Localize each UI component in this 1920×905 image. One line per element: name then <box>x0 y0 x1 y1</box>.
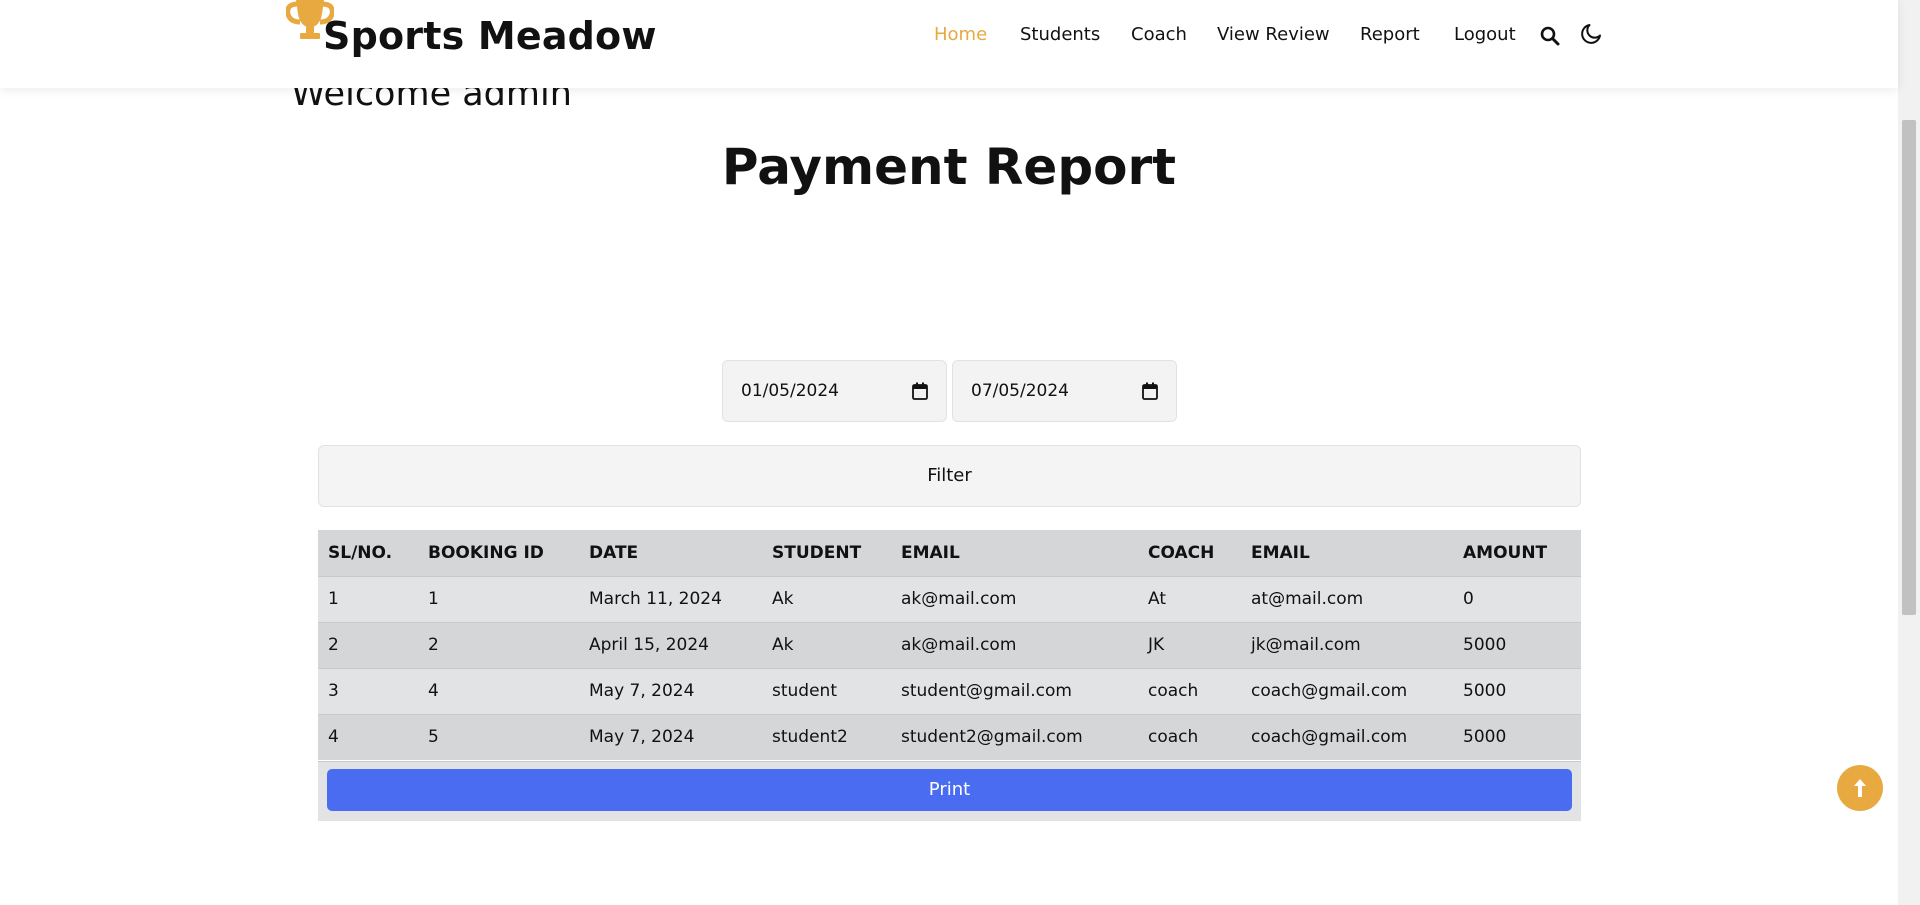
column-header: SL/NO. <box>318 530 418 576</box>
column-header: BOOKING ID <box>418 530 579 576</box>
table-cell: 2 <box>318 621 418 668</box>
brand-name[interactable]: Sports Meadow <box>323 14 657 58</box>
calendar-icon[interactable] <box>1142 382 1158 400</box>
nav-report[interactable]: Report <box>1360 24 1420 45</box>
table-cell: 2 <box>418 621 579 668</box>
from-date-input[interactable]: 01/05/2024 <box>722 360 947 422</box>
table-cell: at@mail.com <box>1241 575 1453 622</box>
table-cell: coach <box>1138 667 1241 714</box>
table-row: 4 5 May 7, 2024 student2 student2@gmail.… <box>318 713 1581 760</box>
nav-view-review[interactable]: View Review <box>1217 24 1330 45</box>
from-date-value: 01/05/2024 <box>741 381 839 401</box>
table-cell: 1 <box>418 575 579 622</box>
column-header: COACH <box>1138 530 1241 576</box>
table-cell: ak@mail.com <box>891 621 1138 668</box>
table-cell: 5000 <box>1453 667 1581 714</box>
table-cell: May 7, 2024 <box>579 667 762 714</box>
back-to-top-button[interactable] <box>1837 765 1883 811</box>
table-cell: Ak <box>762 575 891 622</box>
arrow-up-icon <box>1854 779 1866 797</box>
column-header: EMAIL <box>891 530 1138 576</box>
table-cell: March 11, 2024 <box>579 575 762 622</box>
search-icon[interactable] <box>1540 26 1560 46</box>
table-cell: 0 <box>1453 575 1581 622</box>
filter-button[interactable]: Filter <box>318 445 1581 507</box>
table-cell: JK <box>1138 621 1241 668</box>
vertical-scrollbar[interactable] <box>1898 0 1920 905</box>
table-cell: 3 <box>318 667 418 714</box>
calendar-icon[interactable] <box>912 382 928 400</box>
table-cell: 5 <box>418 713 579 760</box>
table-cell: 1 <box>318 575 418 622</box>
table-cell: 4 <box>418 667 579 714</box>
table-cell: student <box>762 667 891 714</box>
column-header: AMOUNT <box>1453 530 1581 576</box>
table-cell: April 15, 2024 <box>579 621 762 668</box>
table-header-row: SL/NO. BOOKING ID DATE STUDENT EMAIL COA… <box>318 530 1581 576</box>
table-row: 2 2 April 15, 2024 Ak ak@mail.com JK jk@… <box>318 621 1581 668</box>
print-row: Print <box>318 761 1581 821</box>
nav-coach[interactable]: Coach <box>1131 24 1187 45</box>
table-cell: 4 <box>318 713 418 760</box>
nav-students[interactable]: Students <box>1020 24 1100 45</box>
table-cell: jk@mail.com <box>1241 621 1453 668</box>
table-cell: 5000 <box>1453 713 1581 760</box>
column-header: STUDENT <box>762 530 891 576</box>
scrollbar-thumb[interactable] <box>1902 120 1916 615</box>
table-cell: coach <box>1138 713 1241 760</box>
nav-home[interactable]: Home <box>934 24 987 45</box>
to-date-input[interactable]: 07/05/2024 <box>952 360 1177 422</box>
payment-report-table: SL/NO. BOOKING ID DATE STUDENT EMAIL COA… <box>318 530 1581 760</box>
table-cell: coach@gmail.com <box>1241 713 1453 760</box>
table-cell: 5000 <box>1453 621 1581 668</box>
column-header: EMAIL <box>1241 530 1453 576</box>
nav-logout[interactable]: Logout <box>1454 24 1516 45</box>
table-cell: student2@gmail.com <box>891 713 1138 760</box>
page-title: Payment Report <box>721 138 1177 196</box>
table-row: 1 1 March 11, 2024 Ak ak@mail.com At at@… <box>318 575 1581 622</box>
table-cell: May 7, 2024 <box>579 713 762 760</box>
site-header: Sports Meadow Home Students Coach View R… <box>0 0 1898 88</box>
to-date-value: 07/05/2024 <box>971 381 1069 401</box>
table-cell: Ak <box>762 621 891 668</box>
table-cell: coach@gmail.com <box>1241 667 1453 714</box>
table-cell: student2 <box>762 713 891 760</box>
moon-icon[interactable] <box>1580 21 1604 45</box>
table-cell: At <box>1138 575 1241 622</box>
print-button[interactable]: Print <box>327 769 1572 811</box>
column-header: DATE <box>579 530 762 576</box>
table-row: 3 4 May 7, 2024 student student@gmail.co… <box>318 667 1581 714</box>
table-cell: student@gmail.com <box>891 667 1138 714</box>
table-cell: ak@mail.com <box>891 575 1138 622</box>
